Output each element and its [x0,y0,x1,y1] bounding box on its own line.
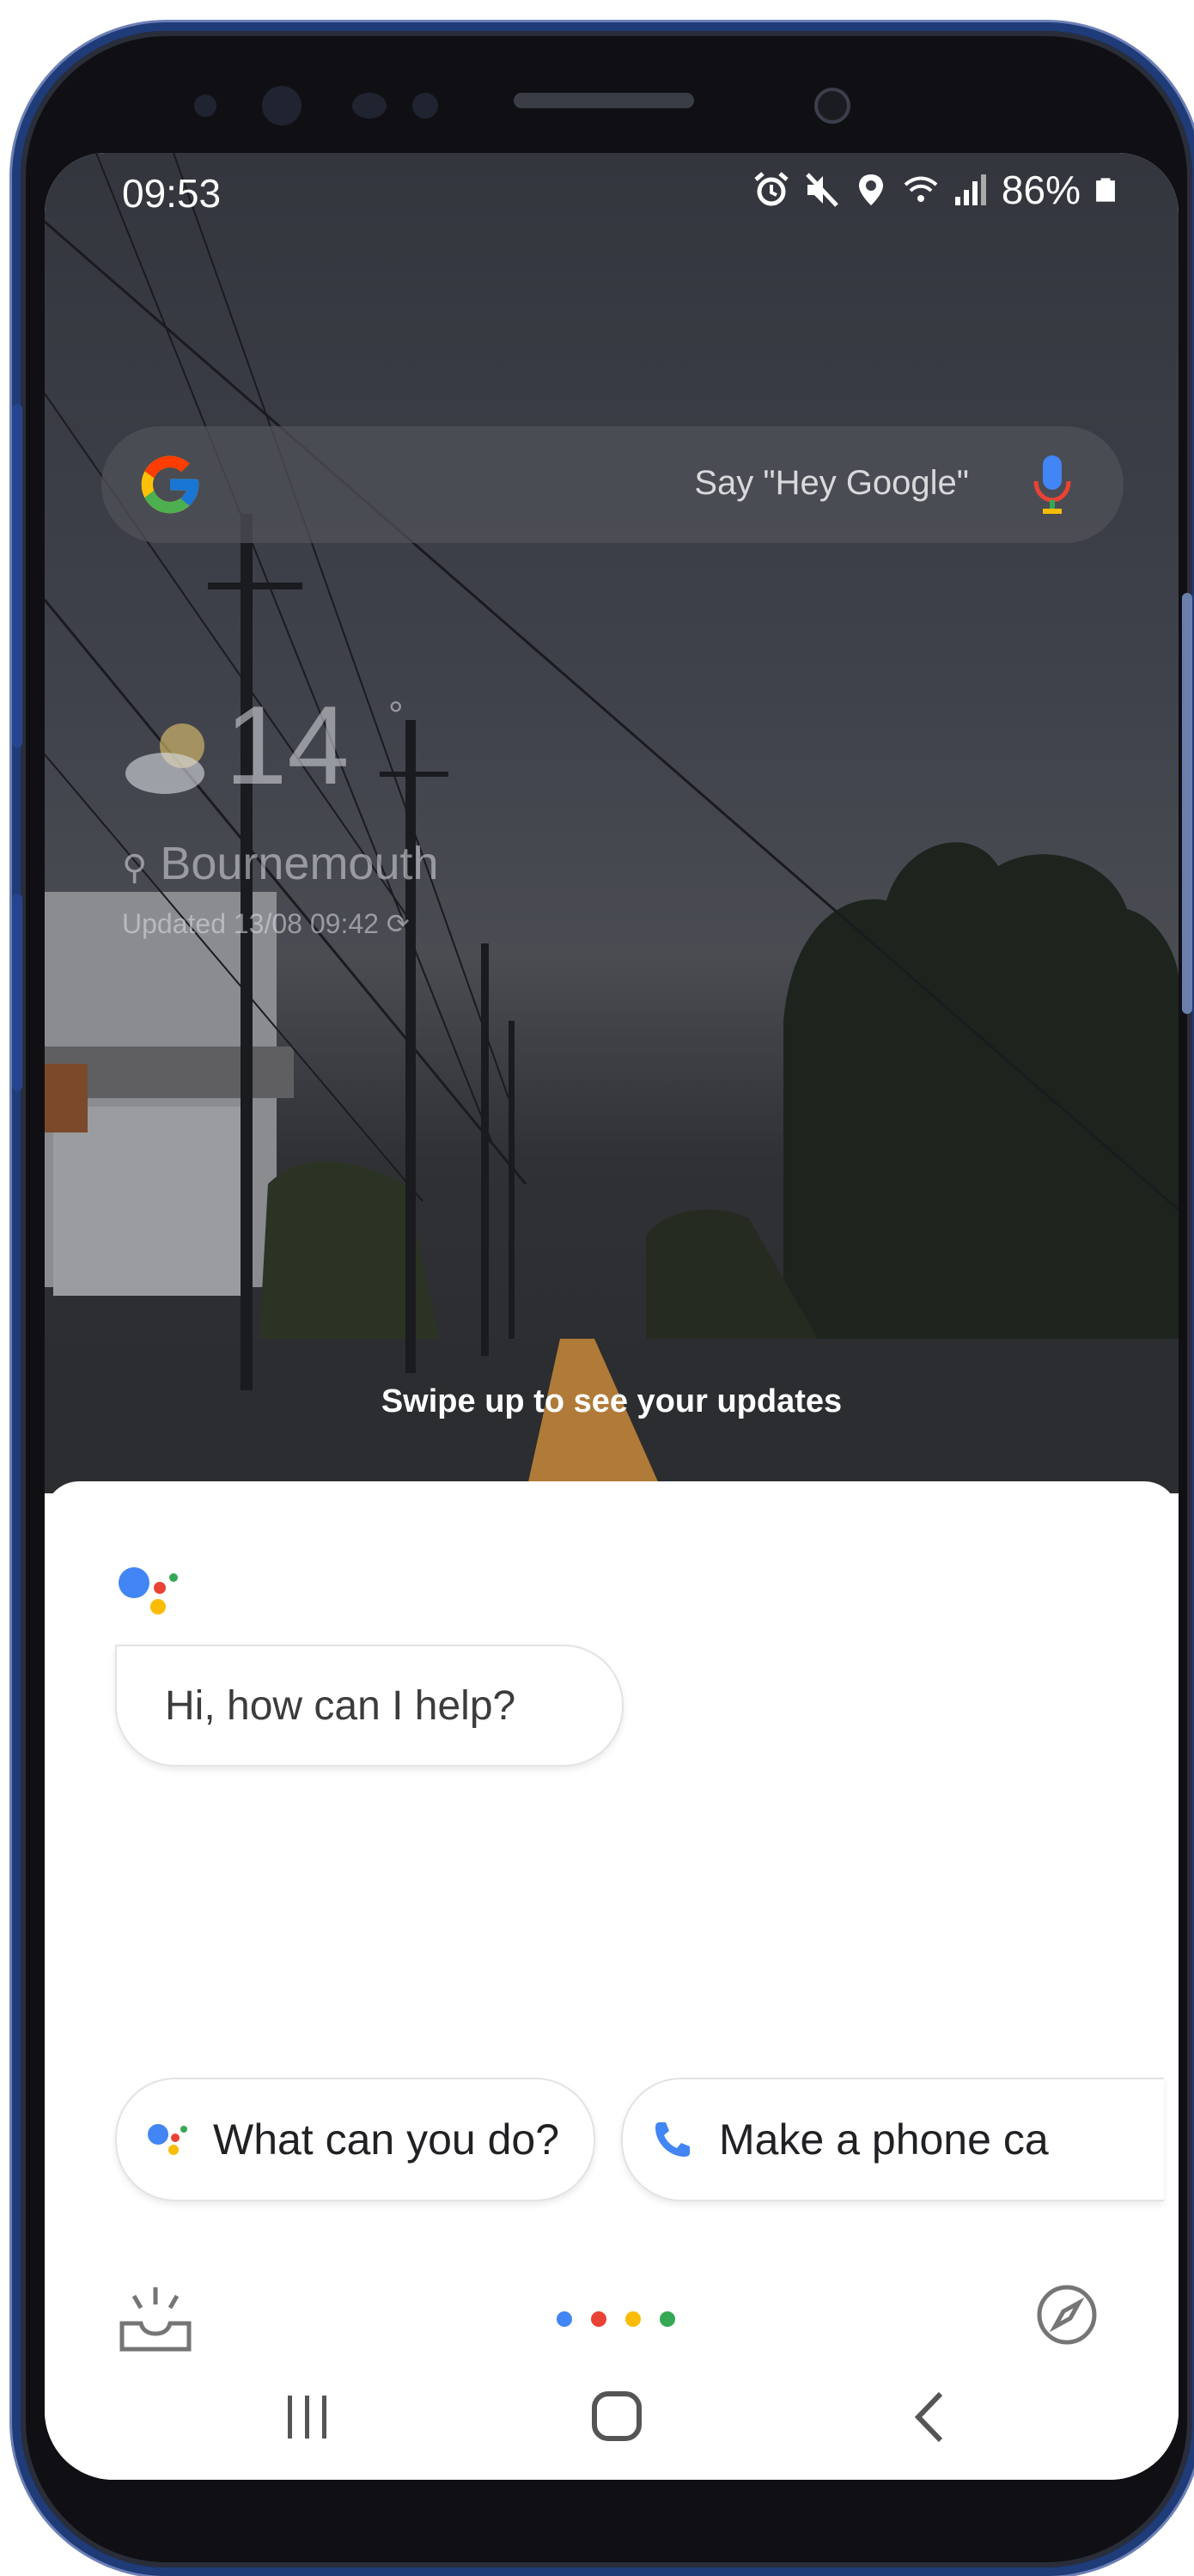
alarm-icon [754,172,789,206]
earpiece-speaker [514,93,694,108]
assistant-greeting: Hi, how can I help? [115,1645,624,1767]
location-pin-icon: ⚲ [122,849,148,887]
chip-make-a-phone-call[interactable]: Make a phone ca [621,2078,1165,2201]
battery-icon [1096,178,1115,202]
bixby-button [12,894,22,1091]
assistant-icon [148,2124,187,2155]
back-icon[interactable] [882,2370,977,2464]
wallpaper-scene [45,153,1179,1493]
suggestion-chips: What can you do? Make a phone ca [115,2078,1165,2201]
chip-label: What can you do? [213,2115,560,2164]
assistant-panel: Hi, how can I help? What can you do? Mak… [45,1481,1179,2480]
battery-percent: 86% [1001,168,1081,212]
sensor [194,95,216,117]
chip-label: Make a phone ca [719,2115,1049,2164]
recents-icon[interactable] [259,2370,354,2464]
wallpaper: 09:53 86% Say "Hey Google" 14 ° ⚲ Bourne… [45,153,1179,1493]
temperature: 14 [225,682,350,808]
home-icon[interactable] [569,2370,663,2464]
mic-icon[interactable] [1033,454,1072,516]
location-icon [858,174,883,205]
assistant-toolbar [45,2280,1179,2384]
updates-tray-icon[interactable] [117,2280,194,2358]
weather-city: ⚲ Bournemouth [122,837,439,890]
power-button [1182,593,1192,1014]
explore-compass-icon[interactable] [1033,2280,1101,2349]
weather-updated: Updated 13/08 09:42 ⟳ [122,907,410,940]
status-bar: 09:53 86% [45,153,1179,247]
status-time: 09:53 [122,171,222,216]
front-camera [814,88,850,124]
sensor [412,93,438,119]
listening-dots-icon [557,2311,675,2327]
navigation-bar [45,2370,1179,2480]
chip-what-can-you-do[interactable]: What can you do? [115,2078,596,2201]
swipe-hint: Swipe up to see your updates [381,1383,843,1419]
sensor [352,93,387,119]
google-g-logo [141,455,199,514]
temperature-unit: ° [388,694,404,736]
search-hint: Say "Hey Google" [694,464,969,502]
assistant-logo-icon [119,1567,178,1615]
wifi-icon [904,176,938,202]
partly-cloudy-icon [125,723,204,794]
updated-text: Updated 13/08 09:42 [122,908,379,939]
signal-icon [954,174,986,205]
mute-icon [806,173,838,207]
volume-button [12,404,22,748]
status-icons: 86% [752,167,1118,213]
refresh-icon[interactable]: ⟳ [387,908,410,939]
city-name: Bournemouth [160,838,439,889]
screen: 09:53 86% Say "Hey Google" 14 ° ⚲ Bourne… [45,153,1179,2480]
sensor [262,86,302,125]
phone-icon [655,2122,691,2157]
google-search-bar[interactable]: Say "Hey Google" [101,426,1124,543]
